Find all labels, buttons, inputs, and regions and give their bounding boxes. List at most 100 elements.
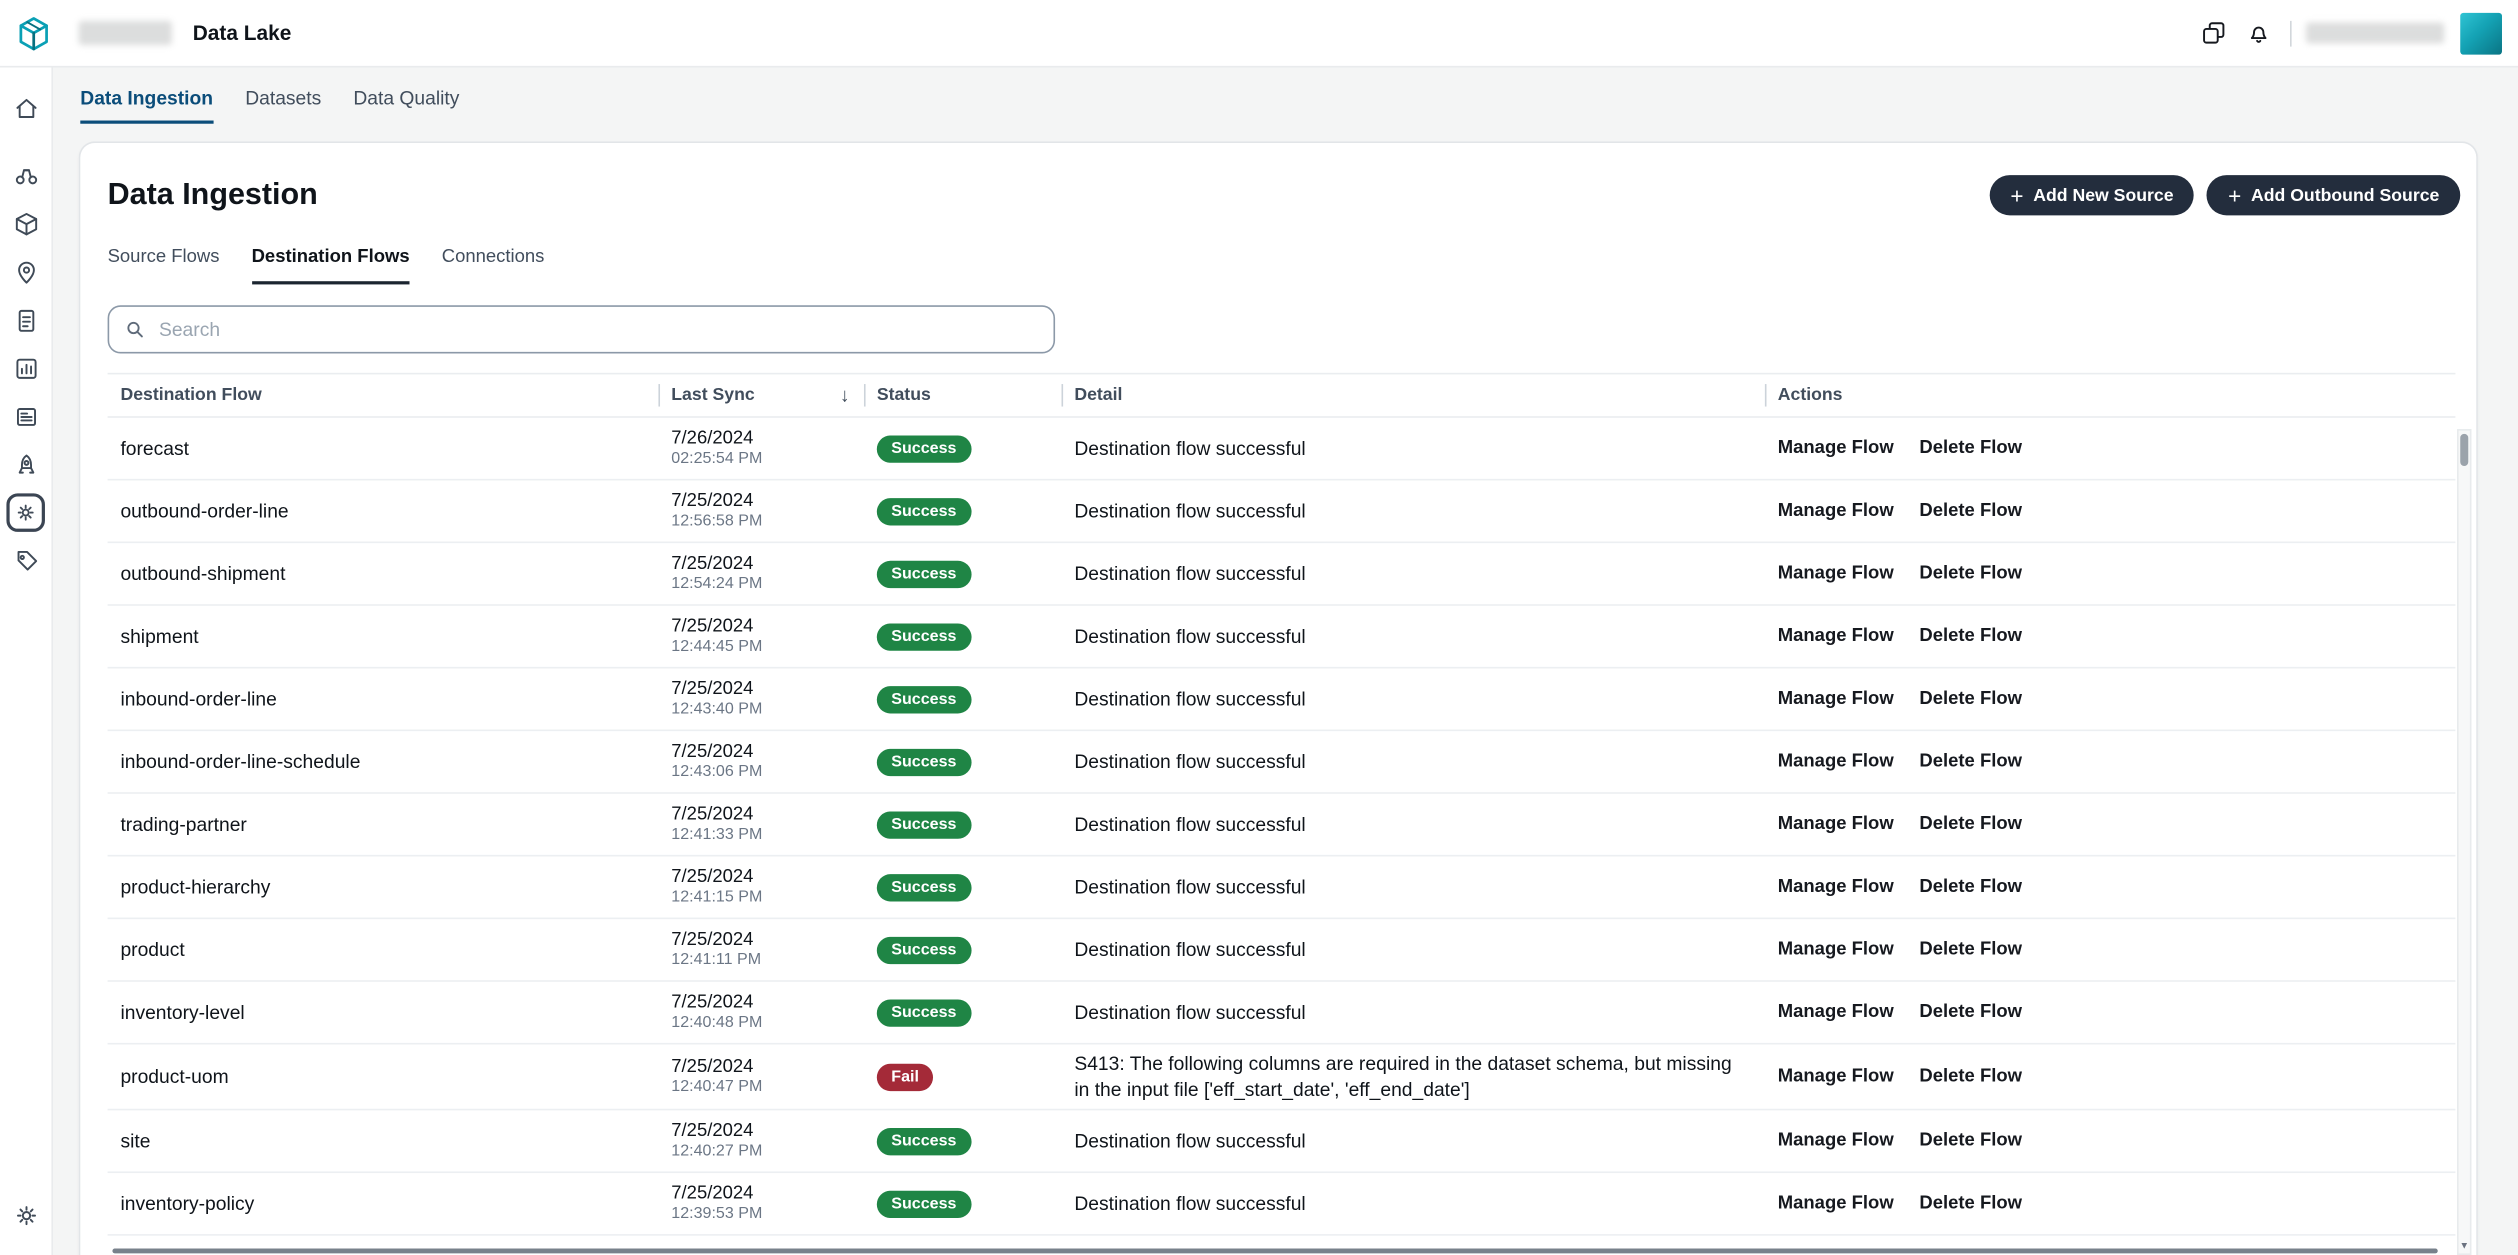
delete-flow-link[interactable]: Delete Flow	[1919, 877, 2022, 896]
table-body: forecast 7/26/2024 02:25:54 PM Success D…	[108, 418, 2456, 1237]
delete-flow-link[interactable]: Delete Flow	[1919, 752, 2022, 771]
status-badge: Success	[877, 937, 971, 964]
delete-flow-link[interactable]: Delete Flow	[1919, 501, 2022, 520]
status-badge: Success	[877, 749, 971, 776]
manage-flow-link[interactable]: Manage Flow	[1778, 815, 1894, 834]
app-logo-cube-icon[interactable]	[13, 12, 55, 54]
column-status[interactable]: Status	[864, 374, 1062, 416]
manage-flow-link[interactable]: Manage Flow	[1778, 940, 1894, 959]
bell-icon[interactable]	[2235, 10, 2280, 55]
sort-descending-icon[interactable]: ↓	[840, 384, 850, 406]
status-cell: Success	[864, 1191, 1062, 1218]
manage-flow-link[interactable]: Manage Flow	[1778, 627, 1894, 646]
sidebar-item-home[interactable]	[0, 84, 52, 132]
manage-flow-link[interactable]: Manage Flow	[1778, 877, 1894, 896]
status-badge: Success	[877, 811, 971, 838]
destination-flow-name: product-uom	[108, 1066, 659, 1088]
add-outbound-source-button[interactable]: + Add Outbound Source	[2207, 175, 2460, 215]
delete-flow-link[interactable]: Delete Flow	[1919, 1195, 2022, 1214]
sidebar-item-tags[interactable]	[0, 537, 52, 585]
table-row: inbound-order-line-schedule 7/25/2024 12…	[108, 731, 2456, 794]
manage-flow-link[interactable]: Manage Flow	[1778, 752, 1894, 771]
status-cell: Success	[864, 811, 1062, 838]
delete-flow-link[interactable]: Delete Flow	[1919, 1003, 2022, 1022]
actions-cell: Manage Flow Delete Flow	[1765, 564, 2456, 583]
last-sync-date: 7/25/2024	[671, 805, 864, 824]
last-sync-time: 02:25:54 PM	[671, 450, 864, 468]
delete-flow-link[interactable]: Delete Flow	[1919, 815, 2022, 834]
last-sync-date: 7/26/2024	[671, 429, 864, 448]
column-last-sync[interactable]: Last Sync ↓	[658, 374, 864, 416]
tab-data-ingestion[interactable]: Data Ingestion	[80, 87, 213, 124]
table-row: outbound-shipment 7/25/2024 12:54:24 PM …	[108, 543, 2456, 606]
manage-flow-link[interactable]: Manage Flow	[1778, 1067, 1894, 1086]
manage-flow-link[interactable]: Manage Flow	[1778, 1132, 1894, 1151]
subtab-destination-flows[interactable]: Destination Flows	[252, 247, 410, 284]
tab-data-quality[interactable]: Data Quality	[353, 87, 459, 124]
blurred-user-name	[2306, 22, 2444, 43]
manage-flow-link[interactable]: Manage Flow	[1778, 501, 1894, 520]
sidebar-item-insights[interactable]	[0, 344, 52, 392]
sidebar-item-explore[interactable]	[0, 151, 52, 199]
detail-text: Destination flow successful	[1061, 1128, 1764, 1154]
sidebar-item-demand-planning[interactable]	[0, 440, 52, 488]
manage-flow-link[interactable]: Manage Flow	[1778, 439, 1894, 458]
user-avatar[interactable]	[2460, 12, 2502, 54]
manage-flow-link[interactable]: Manage Flow	[1778, 1003, 1894, 1022]
manage-flow-link[interactable]: Manage Flow	[1778, 1195, 1894, 1214]
sidebar-item-settings[interactable]	[0, 1191, 52, 1239]
status-badge: Success	[877, 1191, 971, 1218]
last-sync-date: 7/25/2024	[671, 617, 864, 636]
delete-flow-link[interactable]: Delete Flow	[1919, 439, 2022, 458]
delete-flow-link[interactable]: Delete Flow	[1919, 689, 2022, 708]
last-sync-time: 12:40:48 PM	[671, 1014, 864, 1032]
table-row: trading-partner 7/25/2024 12:41:33 PM Su…	[108, 794, 2456, 857]
last-sync-time: 12:39:53 PM	[671, 1206, 864, 1224]
last-sync-time: 12:43:06 PM	[671, 763, 864, 781]
destination-flow-name: shipment	[108, 625, 659, 647]
destination-flow-name: site	[108, 1130, 659, 1152]
table-row: inventory-level 7/25/2024 12:40:48 PM Su…	[108, 982, 2456, 1045]
last-sync-time: 12:54:24 PM	[671, 575, 864, 593]
actions-cell: Manage Flow Delete Flow	[1765, 940, 2456, 959]
search-input[interactable]	[108, 305, 1055, 353]
subtab-connections[interactable]: Connections	[442, 247, 545, 284]
sidebar-item-orders[interactable]	[0, 199, 52, 247]
layers-icon[interactable]	[2190, 10, 2235, 55]
package-icon	[12, 210, 39, 237]
last-sync-time: 12:56:58 PM	[671, 513, 864, 531]
status-cell: Success	[864, 999, 1062, 1026]
delete-flow-link[interactable]: Delete Flow	[1919, 1132, 2022, 1151]
horizontal-scrollbar-thumb[interactable]	[112, 1249, 2437, 1254]
scroll-down-arrow-icon[interactable]: ▼	[2459, 1242, 2470, 1252]
last-sync-cell: 7/25/2024 12:41:11 PM	[658, 930, 864, 969]
subtab-source-flows[interactable]: Source Flows	[108, 247, 220, 284]
delete-flow-link[interactable]: Delete Flow	[1919, 1067, 2022, 1086]
last-sync-date: 7/25/2024	[671, 680, 864, 699]
plus-icon: +	[2228, 183, 2241, 205]
last-sync-cell: 7/25/2024 12:40:48 PM	[658, 993, 864, 1032]
status-cell: Success	[864, 748, 1062, 775]
sidebar-item-network[interactable]	[0, 247, 52, 295]
delete-flow-link[interactable]: Delete Flow	[1919, 564, 2022, 583]
column-last-sync-label: Last Sync	[671, 386, 754, 405]
table-row: product-uom 7/25/2024 12:40:47 PM Fail S…	[108, 1044, 2456, 1110]
sidebar-item-news[interactable]	[0, 392, 52, 440]
sidebar-item-data-lake[interactable]	[0, 488, 52, 536]
detail-text: Destination flow successful	[1061, 498, 1764, 524]
delete-flow-link[interactable]: Delete Flow	[1919, 940, 2022, 959]
manage-flow-link[interactable]: Manage Flow	[1778, 689, 1894, 708]
news-icon	[12, 403, 39, 430]
tab-datasets[interactable]: Datasets	[245, 87, 321, 124]
column-detail[interactable]: Detail	[1061, 374, 1764, 416]
add-new-source-button[interactable]: + Add New Source	[1990, 175, 2195, 215]
tag-icon	[12, 547, 39, 574]
destination-flows-table: Destination Flow Last Sync ↓ Status Deta…	[108, 373, 2456, 1237]
status-badge: Success	[877, 498, 971, 525]
manage-flow-link[interactable]: Manage Flow	[1778, 564, 1894, 583]
column-destination-flow[interactable]: Destination Flow	[108, 374, 659, 416]
delete-flow-link[interactable]: Delete Flow	[1919, 627, 2022, 646]
last-sync-cell: 7/25/2024 12:43:06 PM	[658, 742, 864, 781]
sidebar-item-plans[interactable]	[0, 296, 52, 344]
vertical-scrollbar-thumb[interactable]	[2460, 434, 2468, 466]
